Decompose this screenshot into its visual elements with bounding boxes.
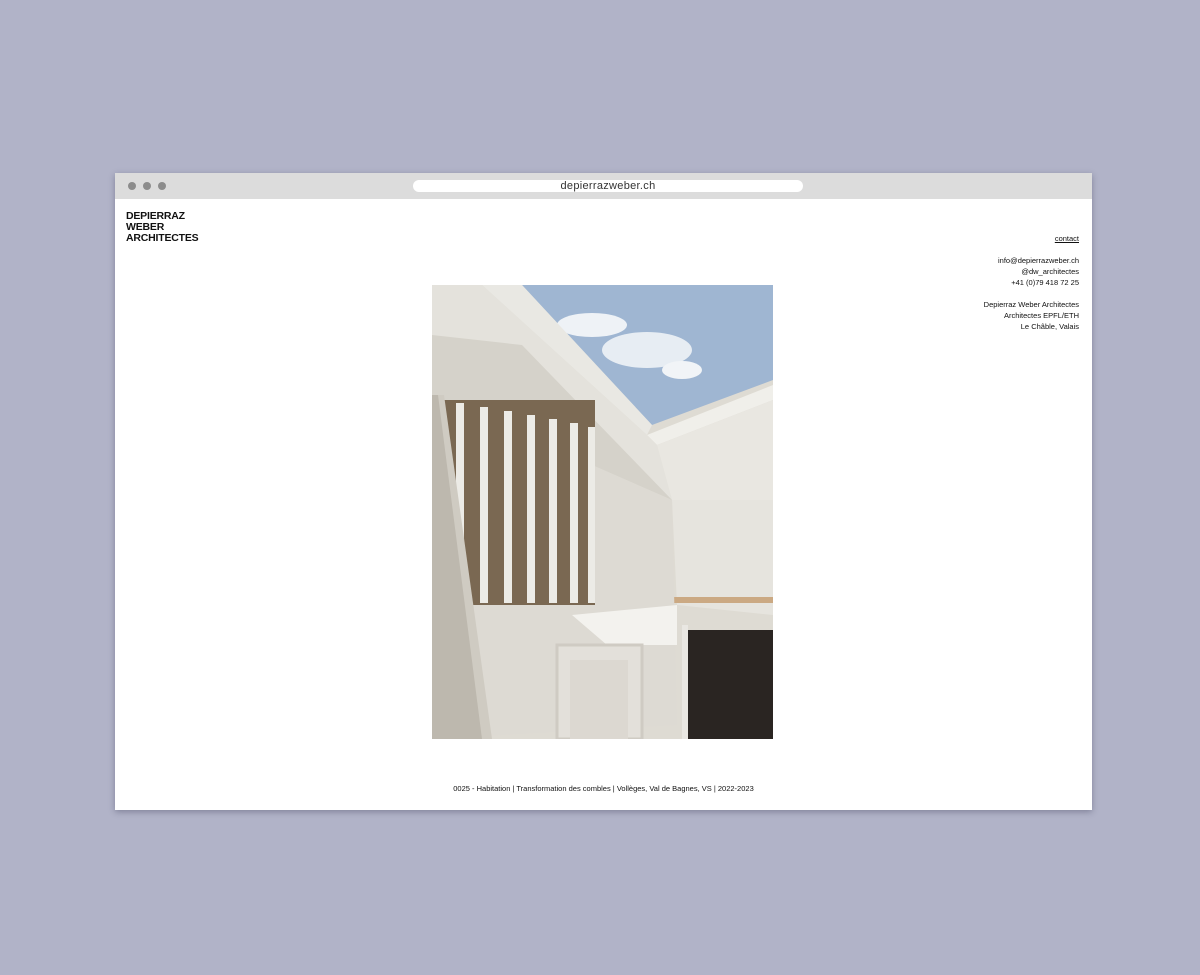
company-name: Depierraz Weber Architectes [983, 300, 1079, 309]
project-caption: 0025 - Habitation | Transformation des c… [453, 784, 754, 793]
credentials: Architectes EPFL/ETH [1003, 311, 1079, 320]
site-logo[interactable]: DEPIERRAZ WEBER ARCHITECTES [126, 211, 199, 244]
contact-info: info@depierrazweber.ch @dw_architectes +… [984, 255, 1079, 332]
email-link[interactable]: info@depierrazweber.ch [984, 255, 1079, 266]
window-minimize-dot[interactable] [143, 182, 151, 190]
instagram-link[interactable]: @dw_architectes [984, 266, 1079, 277]
contact-link[interactable]: contact [1055, 234, 1079, 243]
project-photo-illustration [432, 285, 773, 739]
phone-number: +41 (0)79 418 72 25 [1011, 278, 1079, 287]
browser-window: depierrazweber.ch DEPIERRAZ WEBER ARCHIT… [115, 173, 1092, 810]
address-bar[interactable]: depierrazweber.ch [413, 180, 803, 192]
location: Le Châble, Valais [1020, 322, 1079, 331]
browser-titlebar: depierrazweber.ch [115, 173, 1092, 199]
window-close-dot[interactable] [128, 182, 136, 190]
project-photo[interactable] [432, 285, 773, 739]
logo-line-3: ARCHITECTES [126, 232, 199, 244]
window-maximize-dot[interactable] [158, 182, 166, 190]
